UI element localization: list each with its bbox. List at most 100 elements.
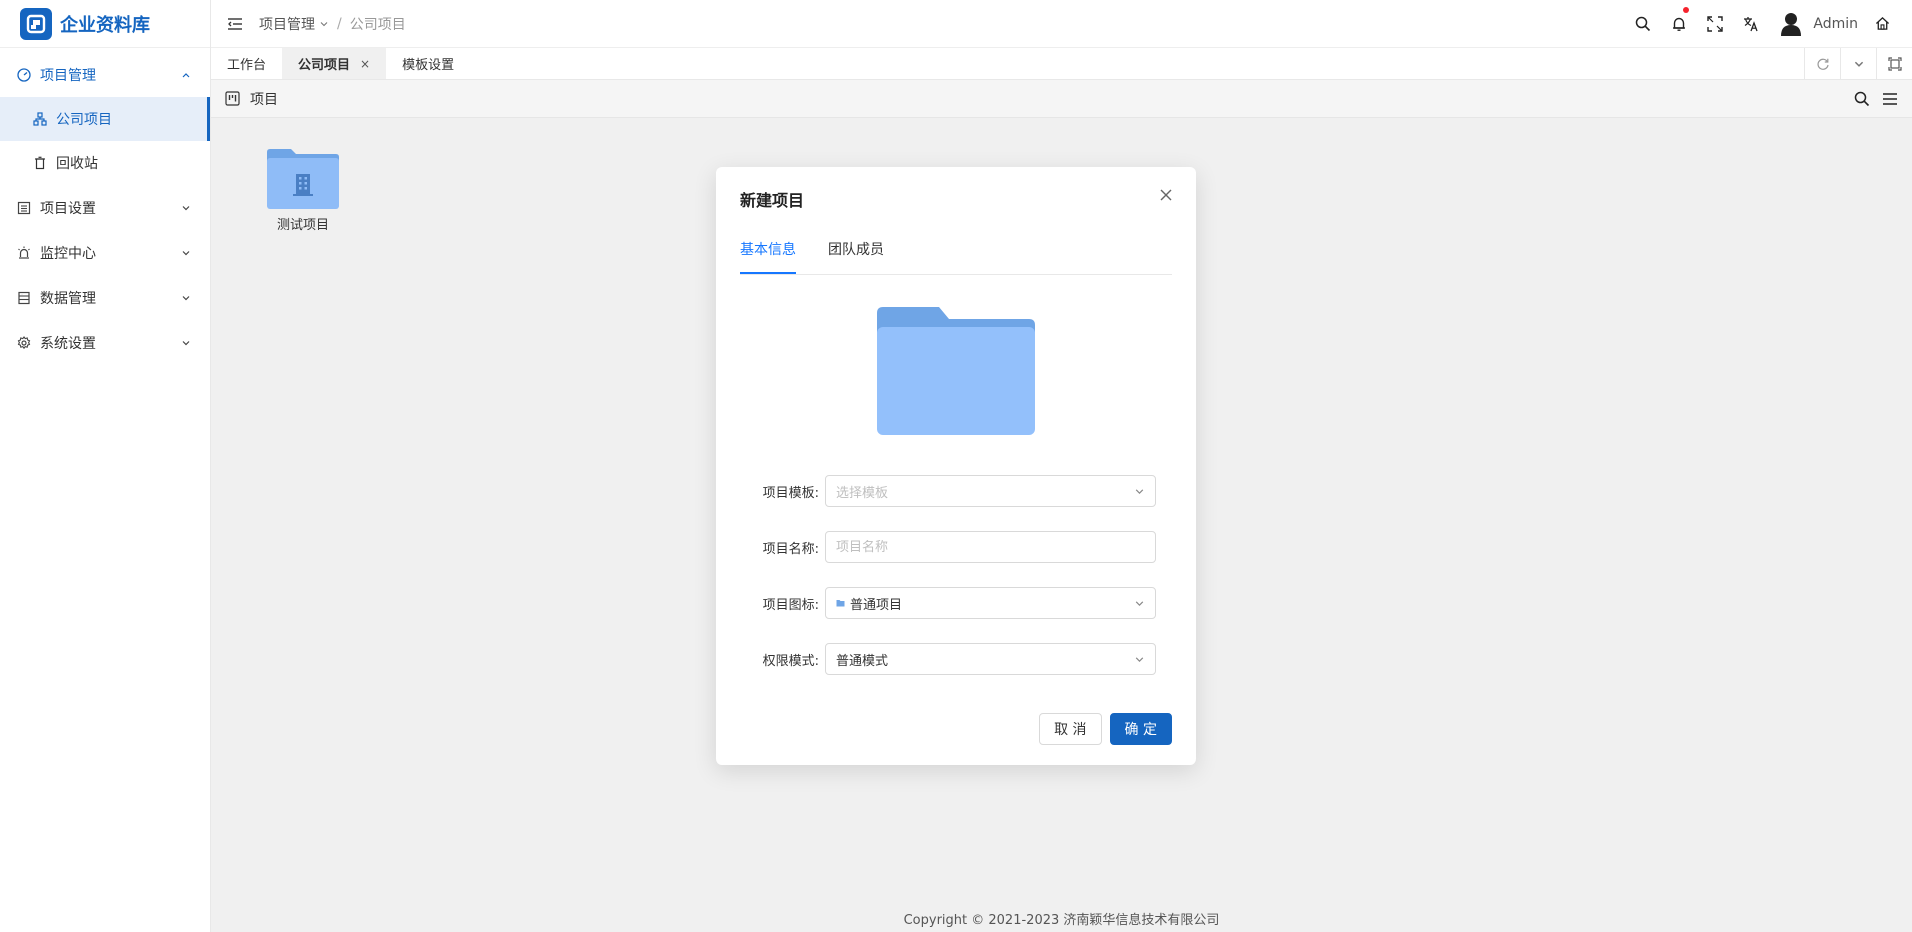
tab-label: 公司项目 <box>298 58 351 73</box>
search-button[interactable] <box>1625 0 1661 48</box>
dialog-footer: 取 消 确 定 <box>1039 713 1172 745</box>
footer: Copyright © 2021-2023 济南颖华信息技术有限公司 <box>211 904 1912 932</box>
close-dialog-button[interactable] <box>1156 185 1176 205</box>
tab-team-members[interactable]: 团队成员 <box>828 239 884 274</box>
tab-tools <box>1804 48 1912 79</box>
page-tabs: 工作台 公司项目 × 模板设置 <box>211 48 1912 80</box>
sidebar-item-company-projects[interactable]: 公司项目 <box>0 97 210 141</box>
language-button[interactable] <box>1733 0 1769 48</box>
logo-icon <box>20 7 52 40</box>
tab-company-projects[interactable]: 公司项目 × <box>282 48 387 79</box>
permission-select-text: 普通模式 <box>836 653 889 669</box>
chevron-down-icon <box>180 202 192 214</box>
breadcrumb-current: 公司项目 <box>349 16 406 33</box>
database-icon <box>16 290 32 306</box>
chevron-down-icon <box>180 292 192 304</box>
app-title: 企业资料库 <box>60 14 150 36</box>
sidebar-item-recycle-bin[interactable]: 回收站 <box>0 141 210 185</box>
chevron-down-icon <box>180 337 192 349</box>
icon-select-value: 普通项目 <box>836 594 1133 613</box>
permission-row: 权限模式: 普通模式 <box>740 643 1156 675</box>
avatar[interactable] <box>1777 10 1805 38</box>
menu-icon <box>1883 92 1897 105</box>
sidebar-item-label: 公司项目 <box>56 112 112 128</box>
tab-workbench[interactable]: 工作台 <box>211 48 282 79</box>
search-button[interactable] <box>1848 80 1876 118</box>
chevron-down-icon[interactable] <box>319 19 329 29</box>
username[interactable]: Admin <box>1813 16 1858 32</box>
chevron-down-icon <box>1133 597 1145 609</box>
breadcrumb: 项目管理 / 公司项目 <box>259 14 406 34</box>
close-icon[interactable]: × <box>360 57 370 71</box>
project-name-field[interactable] <box>825 531 1156 563</box>
home-icon <box>1875 16 1889 30</box>
sidebar-item-label: 回收站 <box>56 156 98 172</box>
page-header: 项目 <box>211 80 1912 118</box>
collapse-menu-button[interactable] <box>217 0 253 48</box>
sidebar-item-monitor-center[interactable]: 监控中心 <box>0 230 210 275</box>
project-name: 测试项目 <box>276 218 329 233</box>
search-icon <box>1854 91 1870 106</box>
chevron-down-icon <box>1133 485 1145 497</box>
chevron-down-icon <box>180 247 192 259</box>
kanban-icon <box>225 91 240 106</box>
project-item[interactable]: 测试项目 <box>263 148 343 233</box>
fullscreen-icon <box>1707 15 1724 32</box>
tab-label: 模板设置 <box>402 58 455 73</box>
name-row: 项目名称: <box>740 531 1156 563</box>
user-icon <box>1781 12 1802 36</box>
chevron-up-icon <box>180 69 192 81</box>
copyright-text: Copyright © 2021-2023 济南颖华信息技术有限公司 <box>903 912 1220 928</box>
tab-basic-info[interactable]: 基本信息 <box>740 239 796 274</box>
folder-icon <box>877 307 1035 435</box>
sidebar-item-data-management[interactable]: 数据管理 <box>0 275 210 320</box>
icon-select-text: 普通项目 <box>850 597 903 613</box>
template-placeholder: 选择模板 <box>836 485 889 501</box>
tab-menu-button[interactable] <box>1840 48 1876 79</box>
notification-button[interactable] <box>1661 0 1697 48</box>
refresh-tab-button[interactable] <box>1804 48 1840 79</box>
breadcrumb-separator: / <box>337 15 342 32</box>
icon-row: 项目图标: 普通项目 <box>740 587 1156 619</box>
maximize-icon <box>1887 56 1902 71</box>
header-actions: Admin <box>1625 0 1912 48</box>
project-icon-preview[interactable] <box>874 305 1038 441</box>
breadcrumb-parent[interactable]: 项目管理 <box>259 14 315 34</box>
sidebar-item-label: 系统设置 <box>40 335 96 352</box>
maximize-tab-button[interactable] <box>1876 48 1912 79</box>
bell-icon <box>1673 17 1686 31</box>
page-header-actions <box>1848 80 1912 118</box>
fullscreen-button[interactable] <box>1697 0 1733 48</box>
sidebar-item-label: 项目设置 <box>40 200 96 217</box>
name-label: 项目名称: <box>762 541 819 557</box>
dialog-tabs: 基本信息 团队成员 <box>740 239 1172 275</box>
permission-select[interactable]: 普通模式 <box>825 643 1156 675</box>
tab-label: 工作台 <box>227 58 267 73</box>
tab-template-settings[interactable]: 模板设置 <box>386 48 470 79</box>
home-button[interactable] <box>1870 0 1894 48</box>
confirm-button[interactable]: 确 定 <box>1109 713 1172 745</box>
template-select[interactable]: 选择模板 <box>825 475 1156 507</box>
new-project-form: 项目模板: 选择模板 项目名称: 项目图标: 普通项目 <box>740 475 1156 699</box>
project-name-input[interactable] <box>836 539 1145 555</box>
sidebar-item-project-settings[interactable]: 项目设置 <box>0 185 210 230</box>
chevron-down-icon <box>1133 653 1145 665</box>
alarm-icon <box>16 245 32 261</box>
project-icon-select[interactable]: 普通项目 <box>825 587 1156 619</box>
list-view-button[interactable] <box>1876 80 1904 118</box>
sidebar-menu: 项目管理 公司项目 回收站 项目设置 监控中心 数据管理 系统设置 <box>0 48 210 365</box>
app-logo[interactable]: 企业资料库 <box>0 0 210 48</box>
template-row: 项目模板: 选择模板 <box>740 475 1156 507</box>
cancel-button[interactable]: 取 消 <box>1039 713 1102 745</box>
sidebar-item-system-settings[interactable]: 系统设置 <box>0 320 210 365</box>
page-title: 项目 <box>250 91 278 108</box>
menu-fold-icon <box>228 17 242 30</box>
org-chart-icon <box>32 111 48 127</box>
trash-icon <box>32 155 48 171</box>
folder-icon <box>836 599 846 607</box>
sidebar-item-label: 项目管理 <box>40 67 96 84</box>
template-label: 项目模板: <box>762 485 819 501</box>
permission-label: 权限模式: <box>762 653 819 669</box>
sidebar-item-project-management[interactable]: 项目管理 <box>0 52 210 97</box>
chevron-down-icon <box>1854 61 1863 67</box>
